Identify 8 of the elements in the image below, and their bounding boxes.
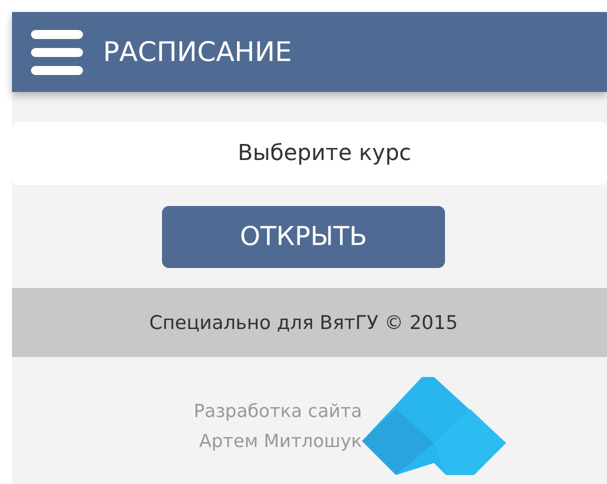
page-title: РАСПИСАНИЕ <box>103 36 292 68</box>
copyright-text: Специально для ВятГУ © 2015 <box>149 312 458 334</box>
credit-text: Разработка сайта <box>192 400 362 424</box>
course-select[interactable]: Выберите курс <box>12 122 607 185</box>
open-button[interactable]: ОТКРЫТЬ <box>162 206 445 268</box>
menu-icon[interactable] <box>29 28 85 76</box>
logo-icon <box>362 377 506 475</box>
credit-text: Артем Митлошук <box>198 430 362 454</box>
